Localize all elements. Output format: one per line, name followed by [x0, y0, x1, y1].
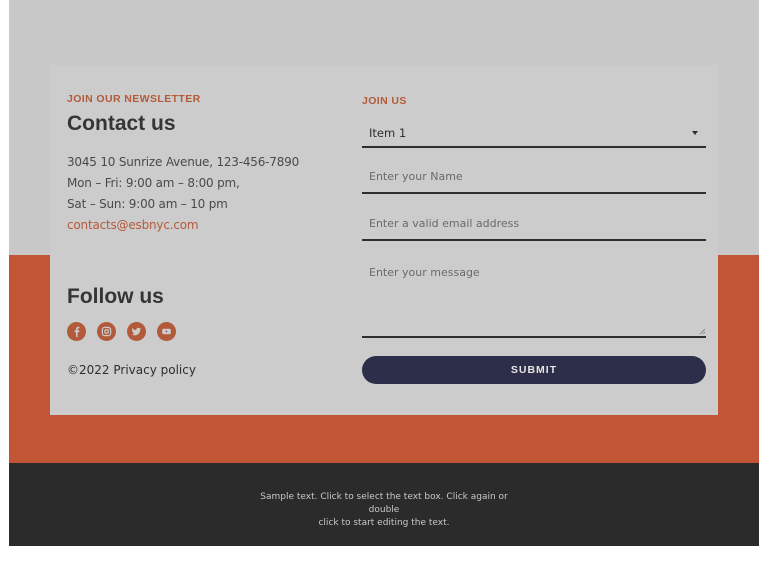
contact-heading: Contact us — [67, 112, 176, 135]
social-links — [67, 322, 176, 341]
email-link[interactable]: contacts@esbnyc.com — [67, 218, 199, 232]
twitter-icon[interactable] — [127, 322, 146, 341]
page: Sample text. Click to select the text bo… — [9, 0, 759, 546]
message-field[interactable]: Enter your message — [362, 257, 706, 338]
name-placeholder: Enter your Name — [369, 170, 463, 183]
email-placeholder: Enter a valid email address — [369, 217, 520, 230]
weekend-hours: Sat – Sun: 9:00 am – 10 pm — [67, 197, 228, 211]
email-field[interactable]: Enter a valid email address — [362, 210, 706, 241]
footer-text-line2: click to start editing the text. — [318, 518, 450, 528]
newsletter-eyebrow: JOIN OUR NEWSLETTER — [67, 93, 201, 105]
address-text: 3045 10 Sunrize Avenue, 123-456-7890 — [67, 155, 300, 169]
item-select[interactable]: Item 1 — [362, 121, 706, 148]
copyright-text[interactable]: ©2022 Privacy policy — [67, 363, 196, 377]
facebook-icon[interactable] — [67, 322, 86, 341]
chevron-down-icon — [692, 131, 698, 135]
resize-handle-icon[interactable] — [699, 328, 705, 334]
youtube-icon[interactable] — [157, 322, 176, 341]
name-field[interactable]: Enter your Name — [362, 163, 706, 194]
footer-text-line1: Sample text. Click to select the text bo… — [260, 492, 508, 515]
instagram-icon[interactable] — [97, 322, 116, 341]
weekday-hours: Mon – Fri: 9:00 am – 8:00 pm, — [67, 176, 240, 190]
join-us-eyebrow: JOIN US — [362, 95, 407, 107]
footer-text[interactable]: Sample text. Click to select the text bo… — [9, 491, 759, 530]
submit-button[interactable]: SUBMIT — [362, 356, 706, 384]
contact-card: JOIN OUR NEWSLETTER Contact us 3045 10 S… — [50, 65, 718, 415]
message-placeholder: Enter your message — [369, 266, 480, 279]
select-value: Item 1 — [369, 126, 407, 140]
follow-heading: Follow us — [67, 285, 164, 308]
